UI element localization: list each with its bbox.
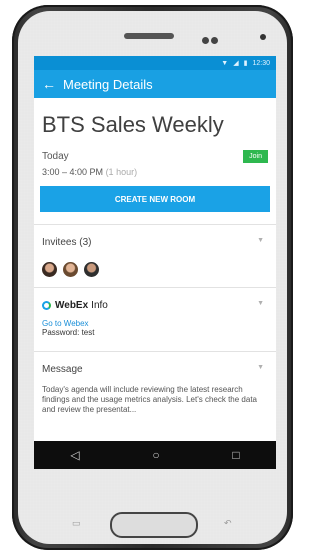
- status-bar: ▼ ◢ ▮ 12:30: [34, 56, 276, 70]
- earpiece-speaker: [124, 33, 174, 39]
- invitees-title: Invitees (3): [42, 237, 92, 248]
- webex-title-suffix: Info: [91, 300, 108, 311]
- message-title: Message: [42, 364, 83, 375]
- status-time: 12:30: [252, 59, 270, 67]
- invitee-avatars: [42, 262, 268, 287]
- webex-brand: WebEx: [55, 300, 89, 311]
- invitees-section[interactable]: Invitees (3) ▼: [34, 224, 276, 287]
- go-to-webex-link[interactable]: Go to Webex: [42, 319, 268, 328]
- front-camera: [260, 34, 266, 40]
- join-button[interactable]: Join: [243, 150, 268, 163]
- home-icon[interactable]: ○: [152, 448, 159, 462]
- back-arrow-icon[interactable]: ←: [42, 77, 56, 91]
- message-section[interactable]: Message ▼ Today's agenda will include re…: [34, 351, 276, 415]
- create-new-room-button[interactable]: CREATE NEW ROOM: [40, 186, 270, 212]
- back-key-icon[interactable]: ↶: [224, 518, 238, 528]
- chevron-down-icon[interactable]: ▼: [257, 237, 264, 244]
- battery-icon: ▮: [243, 60, 248, 67]
- webex-title: WebEx Info: [42, 288, 268, 311]
- back-icon[interactable]: ◁: [70, 448, 79, 462]
- menu-key-icon[interactable]: ▭: [72, 518, 86, 528]
- recents-icon[interactable]: □: [232, 448, 239, 462]
- avatar[interactable]: [42, 262, 57, 277]
- sensor-dots: [202, 31, 220, 44]
- webex-password: Password: test: [42, 328, 95, 337]
- app-bar: ← Meeting Details: [34, 70, 276, 98]
- meeting-when: Today Join: [42, 150, 268, 163]
- message-body: Today's agenda will include reviewing th…: [42, 385, 257, 414]
- chevron-down-icon[interactable]: ▼: [257, 364, 264, 371]
- wifi-icon: ▼: [221, 59, 229, 67]
- avatar[interactable]: [84, 262, 99, 277]
- android-nav-bar: ◁ ○ □: [34, 441, 276, 469]
- meeting-title: BTS Sales Weekly: [42, 112, 224, 137]
- avatar[interactable]: [63, 262, 78, 277]
- app-bar-title: Meeting Details: [63, 76, 153, 92]
- screen: ▼ ◢ ▮ 12:30 ← Meeting Details BTS Sales …: [34, 56, 276, 469]
- webex-logo-icon: [42, 301, 51, 310]
- hardware-home-button[interactable]: [110, 512, 198, 538]
- chevron-down-icon[interactable]: ▼: [257, 300, 264, 307]
- meeting-duration: (1 hour): [105, 167, 138, 177]
- meeting-time: 3:00 – 4:00 PM (1 hour): [42, 167, 276, 177]
- meeting-day: Today: [42, 151, 69, 162]
- webex-section[interactable]: WebEx Info ▼ Go to Webex Password: test: [34, 287, 276, 351]
- signal-icon: ◢: [233, 60, 239, 67]
- meeting-time-range: 3:00 – 4:00 PM: [42, 167, 104, 177]
